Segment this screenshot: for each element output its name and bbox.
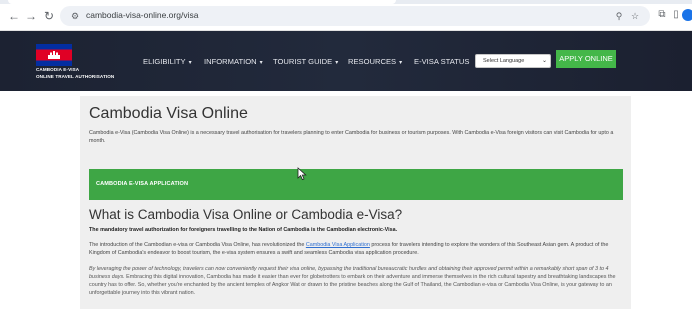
apply-online-button[interactable]: APPLY ONLINE bbox=[556, 50, 616, 68]
language-select-value: Select Language bbox=[483, 58, 525, 64]
chevron-down-icon: ▾ bbox=[188, 60, 192, 66]
sidebar-icon[interactable]: ▯ bbox=[669, 8, 683, 22]
nav-tourist-guide[interactable]: TOURIST GUIDE ▾ bbox=[273, 57, 338, 66]
nav-eligibility-label: ELIGIBILITY bbox=[143, 57, 186, 66]
section-subtitle: The mandatory travel authorization for f… bbox=[89, 227, 398, 233]
reload-icon[interactable]: ↻ bbox=[42, 9, 56, 23]
star-icon[interactable]: ☆ bbox=[628, 9, 642, 23]
zoom-icon[interactable]: ⚲ bbox=[612, 9, 626, 23]
address-bar[interactable]: ⚙ cambodia-visa-online.org/visa ⚲ ☆ bbox=[60, 6, 650, 26]
address-url[interactable]: cambodia-visa-online.org/visa bbox=[86, 10, 198, 20]
nav-information-label: INFORMATION bbox=[204, 57, 257, 66]
mouse-cursor-icon bbox=[297, 167, 307, 181]
extensions-icon[interactable]: ⧉ bbox=[655, 8, 669, 22]
cambodia-flag-icon[interactable] bbox=[36, 44, 72, 66]
nav-evisa-status-label: E-VISA STATUS bbox=[414, 57, 470, 66]
paragraph-technology: By leveraging the power of technology, t… bbox=[89, 266, 616, 296]
language-select[interactable]: Select Language ⌄ bbox=[475, 54, 551, 68]
brand-name[interactable]: CAMBODIA E-VISA bbox=[36, 67, 79, 72]
chevron-down-icon: ▾ bbox=[399, 60, 403, 66]
active-tab[interactable] bbox=[8, 0, 396, 4]
application-banner[interactable]: CAMBODIA E-VISA APPLICATION bbox=[89, 169, 623, 200]
nav-information[interactable]: INFORMATION ▾ bbox=[204, 57, 263, 66]
chevron-down-icon: ▾ bbox=[335, 60, 339, 66]
tab-strip bbox=[0, 0, 692, 4]
section-heading: What is Cambodia Visa Online or Cambodia… bbox=[89, 207, 403, 222]
visa-application-link[interactable]: Cambodia Visa Application bbox=[306, 242, 370, 248]
brand-tagline[interactable]: ONLINE TRAVEL AUTHORISATION bbox=[36, 74, 114, 79]
forward-icon[interactable]: → bbox=[24, 9, 38, 23]
nav-resources[interactable]: RESOURCES ▾ bbox=[348, 57, 402, 66]
chevron-down-icon: ⌄ bbox=[541, 58, 547, 64]
page-title: Cambodia Visa Online bbox=[89, 105, 248, 122]
intro-paragraph: Cambodia e-Visa (Cambodia Visa Online) i… bbox=[89, 130, 614, 144]
browser-toolbar: ← → ↻ ⚙ cambodia-visa-online.org/visa ⚲ … bbox=[0, 0, 692, 31]
nav-tourist-guide-label: TOURIST GUIDE bbox=[273, 57, 333, 66]
nav-eligibility[interactable]: ELIGIBILITY ▾ bbox=[143, 57, 192, 66]
site-info-icon[interactable]: ⚙ bbox=[68, 9, 82, 23]
chevron-down-icon: ▾ bbox=[259, 60, 263, 66]
nav-resources-label: RESOURCES bbox=[348, 57, 397, 66]
application-banner-label[interactable]: CAMBODIA E-VISA APPLICATION bbox=[96, 181, 188, 187]
nav-evisa-status[interactable]: E-VISA STATUS bbox=[414, 57, 469, 66]
profile-avatar[interactable] bbox=[682, 9, 692, 21]
paragraph-introduction: The introduction of the Cambodian e-visa… bbox=[89, 242, 609, 256]
back-icon[interactable]: ← bbox=[7, 9, 21, 23]
